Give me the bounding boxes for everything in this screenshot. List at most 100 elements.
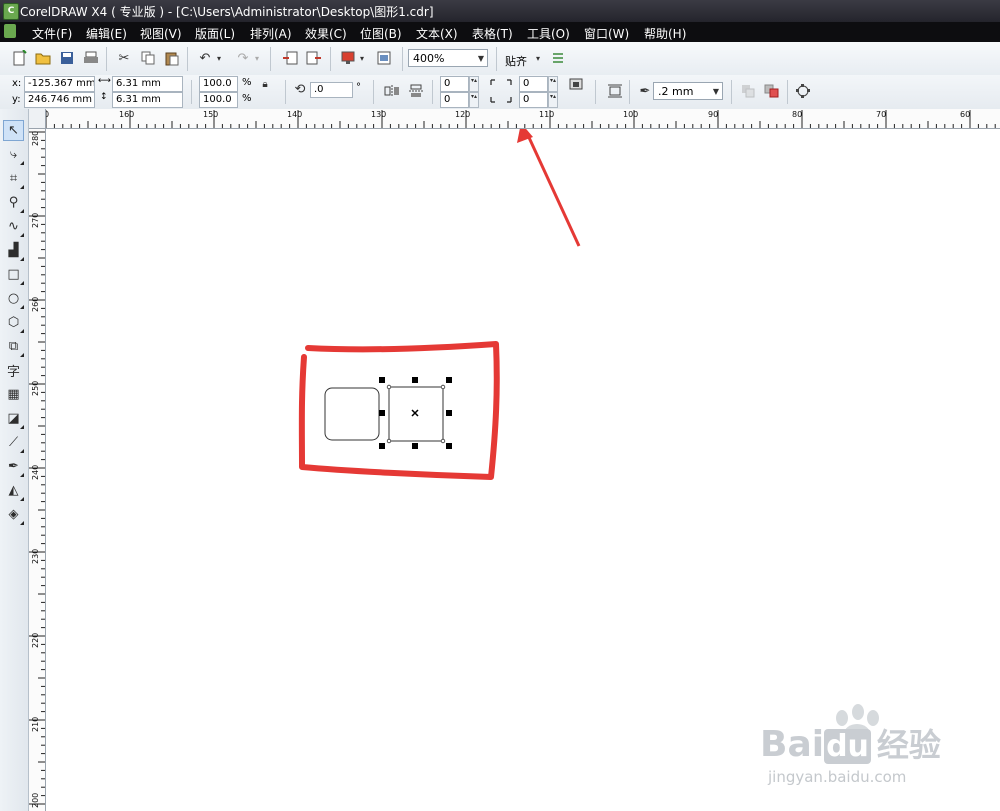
undo-icon[interactable]: ↶ [195, 48, 215, 68]
menu-arrange[interactable]: 排列(A) [250, 25, 292, 42]
height-icon: ↕ [100, 92, 108, 102]
table-tool-icon[interactable]: ▦ [3, 384, 24, 405]
text-tool-icon[interactable]: 字 [3, 360, 24, 381]
convert-to-curves-icon[interactable] [793, 81, 813, 101]
copy-icon[interactable] [138, 48, 158, 68]
lock-ratio-icon[interactable]: 🔒︎ [258, 77, 272, 91]
toolbar-separator [191, 80, 192, 104]
ruler-label: 160 [119, 110, 135, 119]
menu-view[interactable]: 视图(V) [140, 25, 182, 42]
ellipse-tool-icon[interactable]: ○ [3, 288, 24, 309]
object-width-input[interactable]: 6.31 mm [112, 76, 183, 92]
annotation-arrow [524, 130, 581, 247]
ruler-origin-corner[interactable] [29, 109, 46, 129]
redo-icon[interactable]: ↷ [233, 48, 253, 68]
corner-br-spinner[interactable]: ▾▴ [548, 92, 558, 108]
zoom-tool-icon[interactable]: ⚲ [3, 192, 24, 213]
pick-tool-icon[interactable]: ↖ [3, 120, 24, 141]
to-front-icon[interactable] [738, 81, 758, 101]
corner-radius-bottom-left-input[interactable]: 0 [440, 92, 469, 108]
zoom-level-select[interactable]: 400% ▼ [408, 49, 488, 67]
open-folder-icon[interactable] [33, 48, 53, 68]
to-back-icon[interactable] [762, 81, 782, 101]
ruler-label: 220 [31, 632, 40, 648]
cut-icon[interactable]: ✂ [114, 48, 134, 68]
y-label: y: [12, 94, 21, 105]
menu-bitmaps[interactable]: 位图(B) [360, 25, 402, 42]
shape-tool-icon[interactable]: ⤷ [3, 144, 24, 165]
new-document-icon[interactable] [10, 48, 30, 68]
corner-radius-top-right-input[interactable]: 0 [519, 76, 548, 92]
eyedropper-tool-icon[interactable]: ⟋ [3, 432, 24, 453]
toolbar-separator [432, 80, 433, 104]
menu-layout[interactable]: 版面(L) [195, 25, 235, 42]
smart-fill-tool-icon[interactable]: ▟ [3, 240, 24, 261]
round-corners-together-lock-icon[interactable] [568, 77, 584, 91]
document-icon[interactable] [4, 24, 16, 38]
undo-dropdown-icon[interactable]: ▾ [214, 48, 224, 68]
freehand-tool-icon[interactable]: ∿ [3, 216, 24, 237]
object-height-input[interactable]: 6.31 mm [112, 92, 183, 108]
x-position-input[interactable]: -125.367 mm [24, 76, 95, 92]
polygon-tool-icon[interactable]: ⬡ [3, 312, 24, 333]
percent-label: % [242, 93, 252, 104]
ruler-label: 270 [31, 212, 40, 228]
welcome-screen-icon[interactable] [374, 48, 394, 68]
toolbar-separator [330, 47, 331, 71]
paste-icon[interactable] [162, 48, 182, 68]
scale-y-input[interactable]: 100.0 [199, 92, 238, 108]
corner-bl-spinner[interactable]: ▾▴ [469, 92, 479, 108]
application-launcher-icon[interactable] [338, 48, 358, 68]
interactive-blend-tool-icon[interactable]: ◪ [3, 408, 24, 429]
rotation-angle-input[interactable]: .0 [310, 82, 353, 98]
launcher-dropdown-icon[interactable]: ▾ [357, 48, 367, 68]
outline-width-select[interactable]: .2 mm ▼ [653, 82, 723, 100]
menu-table[interactable]: 表格(T) [472, 25, 513, 42]
export-icon[interactable] [304, 48, 324, 68]
save-icon[interactable] [57, 48, 77, 68]
import-icon[interactable] [280, 48, 300, 68]
ruler-label: 200 [31, 792, 40, 808]
toolbar-separator [731, 80, 732, 104]
menu-tools[interactable]: 工具(O) [527, 25, 570, 42]
menu-effects[interactable]: 效果(C) [305, 25, 347, 42]
corner-tl-spinner[interactable]: ▾▴ [469, 76, 479, 92]
print-icon[interactable] [81, 48, 101, 68]
corner-tr-spinner[interactable]: ▾▴ [548, 76, 558, 92]
jingyan-text: 经验 [876, 726, 941, 764]
scale-x-input[interactable]: 100.0 [199, 76, 238, 92]
window-title: CorelDRAW X4 ( 专业版 ) - [C:\Users\Adminis… [20, 5, 434, 19]
fill-tool-icon[interactable]: ◭ [3, 480, 24, 501]
corner-radius-top-left-input[interactable]: 0 [440, 76, 469, 92]
snap-dropdown-icon[interactable]: ▾ [533, 48, 543, 68]
chevron-down-icon: ▼ [477, 54, 484, 63]
mirror-vertical-icon[interactable] [406, 81, 426, 101]
outline-tool-icon[interactable]: ✒ [3, 456, 24, 477]
interactive-fill-tool-icon[interactable]: ◈ [3, 504, 24, 525]
ruler-label: 250 [31, 380, 40, 396]
menu-help[interactable]: 帮助(H) [644, 25, 686, 42]
menu-edit[interactable]: 编辑(E) [86, 25, 127, 42]
coreldraw-app-icon[interactable]: C [3, 3, 19, 20]
y-position-input[interactable]: 246.746 mm [24, 92, 95, 108]
menu-window[interactable]: 窗口(W) [584, 25, 629, 42]
corner-radius-bottom-right-input[interactable]: 0 [519, 92, 548, 108]
options-icon[interactable] [548, 48, 568, 68]
menu-file[interactable]: 文件(F) [32, 25, 72, 42]
horizontal-ruler[interactable]: 0 160 150 140 130 120 110 100 90 80 70 6… [29, 109, 1000, 129]
degree-label: ° [356, 82, 361, 93]
menu-text[interactable]: 文本(X) [416, 25, 458, 42]
wrap-text-icon[interactable] [605, 81, 625, 101]
zoom-level-value: 400% [413, 52, 445, 65]
chevron-down-icon: ▼ [712, 87, 719, 96]
vertical-ruler[interactable]: 280 270 260 250 240 230 220 210 200 [29, 128, 46, 811]
snap-to-button[interactable]: 贴齐 [505, 53, 527, 69]
ruler-label: 90 [708, 110, 719, 119]
mirror-horizontal-icon[interactable] [382, 81, 402, 101]
toolbar-separator [270, 47, 271, 71]
crop-tool-icon[interactable]: ⌗ [3, 168, 24, 189]
basic-shapes-tool-icon[interactable]: ⧉ [3, 336, 24, 357]
rectangle-tool-icon[interactable]: □ [3, 264, 24, 285]
redo-dropdown-icon[interactable]: ▾ [252, 48, 262, 68]
ruler-label: 110 [539, 110, 555, 119]
